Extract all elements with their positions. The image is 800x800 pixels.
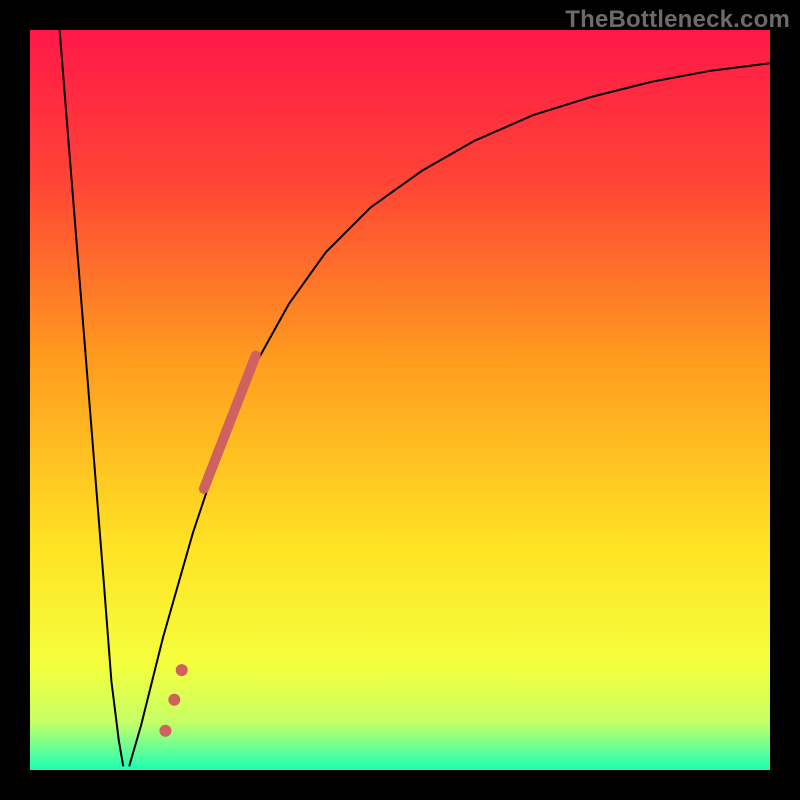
marker-marker-dots: [159, 725, 171, 737]
marker-marker-dots: [168, 694, 180, 706]
watermark-text: TheBottleneck.com: [565, 6, 790, 34]
chart-frame: TheBottleneck.com: [0, 0, 800, 800]
marker-marker-dots: [176, 664, 188, 676]
chart-svg: [30, 30, 770, 770]
gradient-background: [30, 30, 770, 770]
plot-area: [30, 30, 770, 770]
